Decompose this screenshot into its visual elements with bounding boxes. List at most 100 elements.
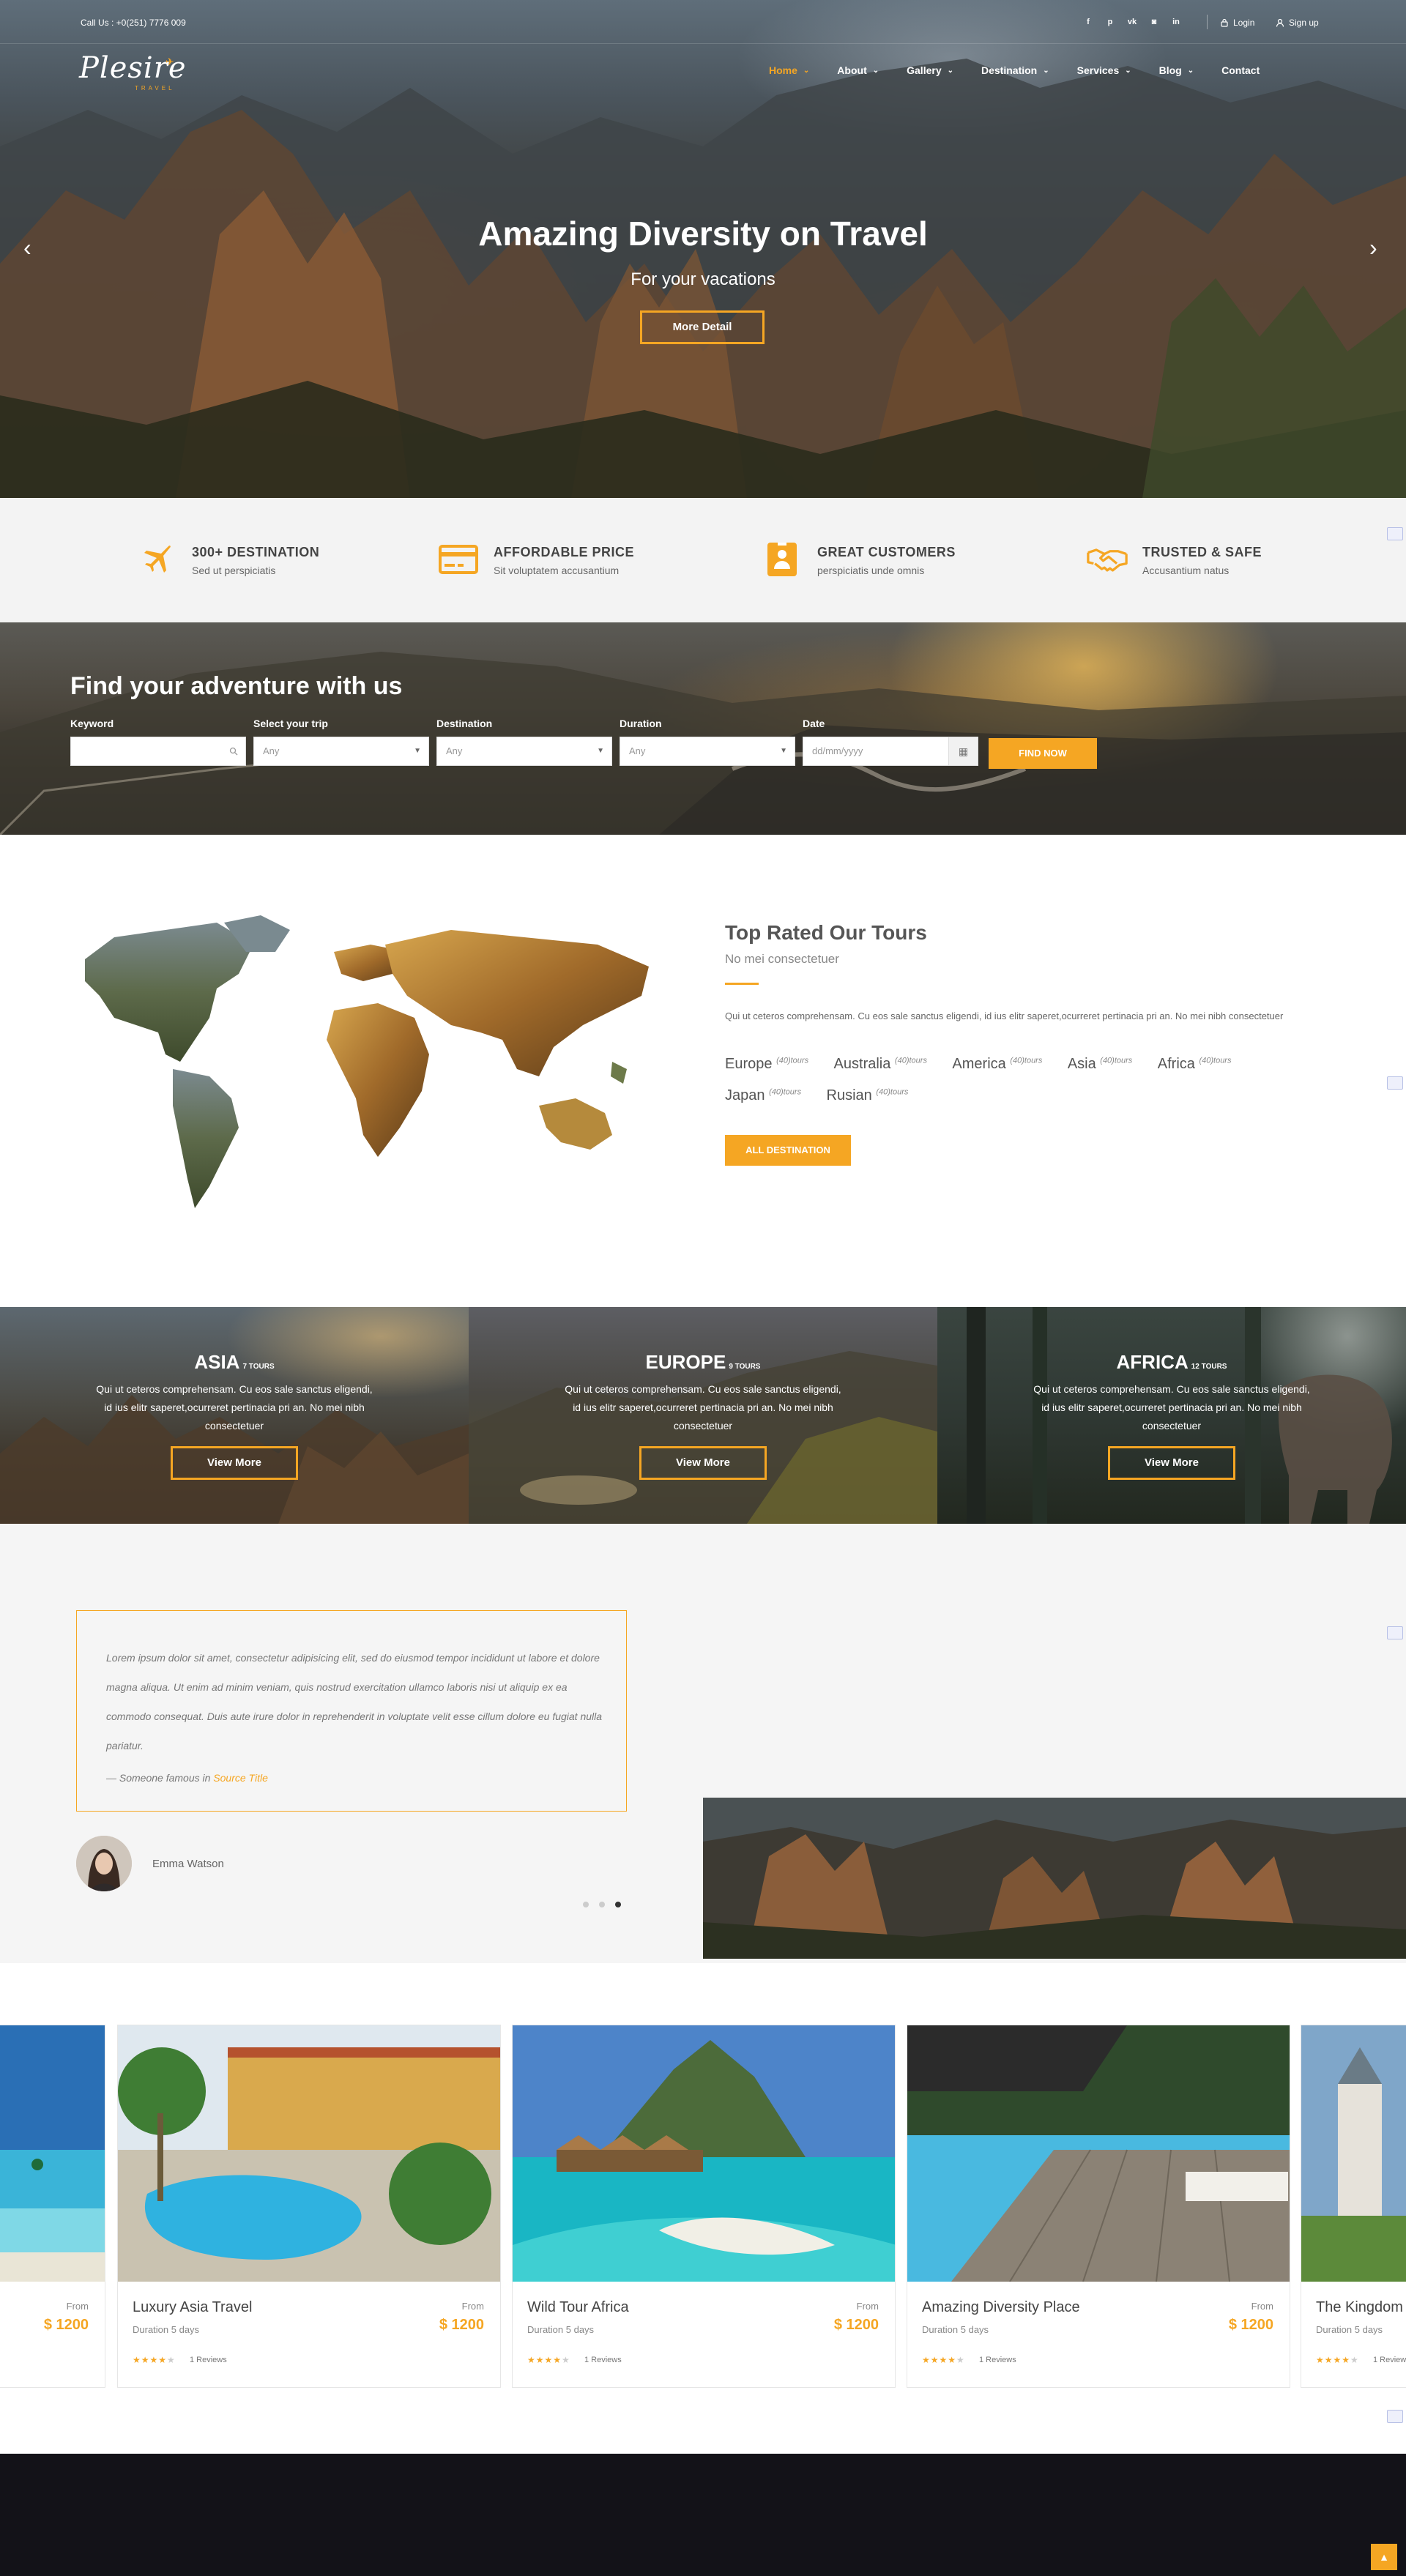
trip-select[interactable]: Any ▼	[253, 737, 429, 766]
nav-item-gallery[interactable]: Gallery ⌄	[907, 64, 953, 76]
keyword-input[interactable]	[70, 737, 246, 766]
view-more-button[interactable]: View More	[171, 1446, 298, 1480]
linkedin-icon[interactable]: in	[1170, 16, 1182, 28]
chevron-down-icon: ⌄	[947, 66, 953, 75]
accent-divider	[725, 983, 759, 985]
lock-icon	[1221, 18, 1228, 27]
pagination-dot[interactable]	[599, 1902, 605, 1907]
nav-item-about[interactable]: About ⌄	[837, 64, 879, 76]
mail-widget-icon[interactable]	[1387, 2410, 1403, 2423]
trip-label: Select your trip	[253, 718, 328, 729]
region-link-australia[interactable]: Australia (40)tours	[834, 1056, 927, 1073]
signup-label: Sign up	[1289, 18, 1319, 28]
view-more-button[interactable]: View More	[1108, 1446, 1235, 1480]
testimonial-author: Emma Watson	[152, 1858, 224, 1870]
tour-card-image	[1301, 2025, 1406, 2282]
mail-widget-icon[interactable]	[1387, 527, 1403, 540]
continent-text: Qui ut ceteros comprehensam. Cu eos sale…	[1033, 1383, 1310, 1432]
tour-card[interactable]: Amazing Diversity Place Duration 5 days …	[907, 2025, 1290, 2388]
price-from-label: From	[66, 2301, 89, 2312]
region-link-africa[interactable]: Africa (40)tours	[1158, 1056, 1232, 1073]
region-link-asia[interactable]: Asia (40)tours	[1068, 1056, 1133, 1073]
tour-card[interactable]: The Kingdom Duration 5 days ★★★★★ 1 Revi…	[1301, 2025, 1406, 2388]
rating-stars: ★★★★★	[1316, 2355, 1359, 2365]
handshake-icon	[1087, 539, 1128, 580]
feature-title: TRUSTED & SAFE	[1142, 545, 1262, 559]
mail-widget-icon[interactable]	[1387, 1626, 1403, 1639]
feature-text: perspiciatis unde omnis	[817, 565, 925, 576]
tour-title[interactable]: Wild Tour Africa	[527, 2299, 629, 2316]
tour-card-image	[513, 2025, 895, 2282]
facebook-icon[interactable]: f	[1082, 16, 1094, 28]
nav-services-label: Services	[1076, 64, 1120, 76]
pagination-dot[interactable]	[583, 1902, 589, 1907]
back-to-top-button[interactable]: ▲	[1371, 2544, 1397, 2570]
chevron-down-icon: ▼	[414, 747, 421, 755]
top-rated-section: Top Rated Our Tours No mei consectetuer …	[0, 835, 1406, 1307]
nav-contact-label: Contact	[1221, 64, 1260, 76]
region-link-japan[interactable]: Japan (40)tours	[725, 1087, 801, 1104]
tour-card-image	[907, 2025, 1290, 2282]
keyword-label: Keyword	[70, 718, 114, 729]
world-map-image	[85, 915, 649, 1208]
nav-item-blog[interactable]: Blog ⌄	[1159, 64, 1194, 76]
nav-item-contact[interactable]: Contact	[1221, 64, 1260, 76]
login-label: Login	[1233, 18, 1255, 28]
testimonial-quote: Lorem ipsum dolor sit amet, consectetur …	[106, 1652, 603, 1752]
duration-select[interactable]: Any ▼	[620, 737, 795, 766]
tour-duration: Duration 5 days	[922, 2324, 989, 2335]
hero-section: Call Us : +0(251) 7776 009 f p vk ◙ in L…	[0, 0, 1406, 498]
continent-heading: EUROPE 9 TOURS	[469, 1351, 937, 1374]
top-bar: Call Us : +0(251) 7776 009 f p vk ◙ in L…	[0, 0, 1406, 44]
credit-card-icon	[438, 539, 479, 580]
nav-item-destination[interactable]: Destination ⌄	[981, 64, 1049, 76]
rated-title: Top Rated Our Tours	[725, 921, 927, 944]
tour-title[interactable]: The Kingdom	[1316, 2299, 1403, 2316]
region-name: Australia	[833, 1056, 891, 1072]
destination-label: Destination	[436, 718, 493, 729]
vk-icon[interactable]: vk	[1126, 16, 1138, 28]
nav-item-services[interactable]: Services ⌄	[1077, 64, 1131, 76]
feature-price: AFFORDABLE PRICE Sit voluptatem accusant…	[438, 539, 634, 580]
trip-select-value: Any	[263, 745, 280, 756]
signup-link[interactable]: Sign up	[1276, 18, 1319, 28]
view-more-button[interactable]: View More	[639, 1446, 767, 1480]
region-count: (40)tours	[876, 1087, 909, 1097]
continent-text: Qui ut ceteros comprehensam. Cu eos sale…	[96, 1383, 373, 1432]
calendar-icon[interactable]: ▦	[948, 737, 978, 765]
find-now-button[interactable]: FIND NOW	[989, 738, 1097, 769]
continents-section: ASIA 7 TOURS Qui ut ceteros comprehensam.…	[0, 1307, 1406, 1524]
region-link-rusian[interactable]: Rusian (40)tours	[827, 1087, 909, 1104]
site-logo[interactable]: Plesire ✈ TRAVEL	[79, 51, 187, 92]
avatar	[76, 1836, 132, 1891]
region-list: Europe (40)tours Australia (40)tours Ame…	[725, 1056, 1325, 1119]
nav-item-home[interactable]: Home ⌄	[769, 64, 809, 76]
region-link-europe[interactable]: Europe (40)tours	[725, 1056, 808, 1073]
tour-title[interactable]: Amazing Diversity Place	[922, 2299, 1080, 2316]
testimonial-quote-box: Lorem ipsum dolor sit amet, consectetur …	[76, 1610, 627, 1812]
login-link[interactable]: Login	[1220, 18, 1254, 28]
cite-source-link[interactable]: Source Title	[213, 1772, 268, 1784]
tour-title[interactable]: Luxury Asia Travel	[133, 2299, 252, 2316]
instagram-icon[interactable]: ◙	[1148, 16, 1160, 28]
destination-select[interactable]: Any ▼	[436, 737, 612, 766]
tour-card[interactable]: From $ 1200	[0, 2025, 105, 2388]
pagination-dot-active[interactable]	[615, 1902, 621, 1907]
date-input[interactable]: dd/mm/yyyy ▦	[803, 737, 978, 766]
continent-name: ASIA	[194, 1351, 240, 1373]
region-link-america[interactable]: America (40)tours	[952, 1056, 1042, 1073]
search-section: Find your adventure with us Keyword Sele…	[0, 622, 1406, 835]
feature-text: Accusantium natus	[1142, 565, 1230, 576]
feature-trusted: TRUSTED & SAFE Accusantium natus	[1087, 539, 1262, 580]
all-destination-button[interactable]: ALL DESTINATION	[725, 1135, 851, 1166]
mail-widget-icon[interactable]	[1387, 1076, 1403, 1090]
duration-label: Duration	[620, 718, 662, 729]
tour-card[interactable]: Wild Tour Africa Duration 5 days ★★★★★ 1…	[512, 2025, 896, 2388]
tour-card[interactable]: Luxury Asia Travel Duration 5 days ★★★★★…	[117, 2025, 501, 2388]
chevron-down-icon: ▼	[780, 747, 787, 755]
region-count: (40)tours	[1010, 1056, 1043, 1065]
more-detail-button[interactable]: More Detail	[640, 310, 765, 344]
pinterest-icon[interactable]: p	[1104, 16, 1116, 28]
chevron-down-icon: ⌄	[1125, 66, 1131, 75]
continent-card-europe: EUROPE 9 TOURS Qui ut ceteros comprehensa…	[469, 1307, 937, 1524]
